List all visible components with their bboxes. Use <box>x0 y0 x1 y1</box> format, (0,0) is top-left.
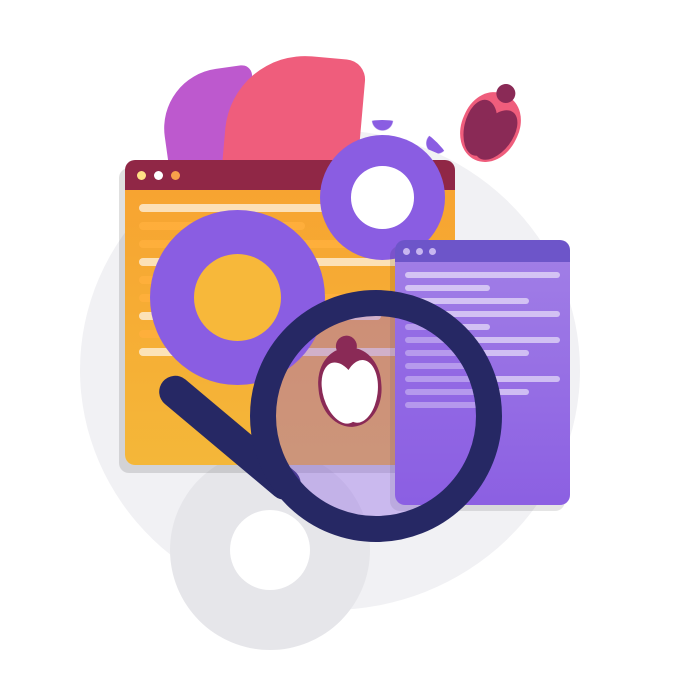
bug-under-magnifier-icon <box>315 346 385 430</box>
window-dot-icon <box>171 171 180 180</box>
window-titlebar <box>395 240 570 262</box>
window-dot-icon <box>403 248 410 255</box>
window-dot-icon <box>154 171 163 180</box>
code-line <box>405 285 490 291</box>
window-dot-icon <box>137 171 146 180</box>
code-line <box>405 272 560 278</box>
debugging-illustration <box>0 0 680 680</box>
window-dot-icon <box>416 248 423 255</box>
window-dot-icon <box>429 248 436 255</box>
bug-flying-icon <box>449 83 531 172</box>
